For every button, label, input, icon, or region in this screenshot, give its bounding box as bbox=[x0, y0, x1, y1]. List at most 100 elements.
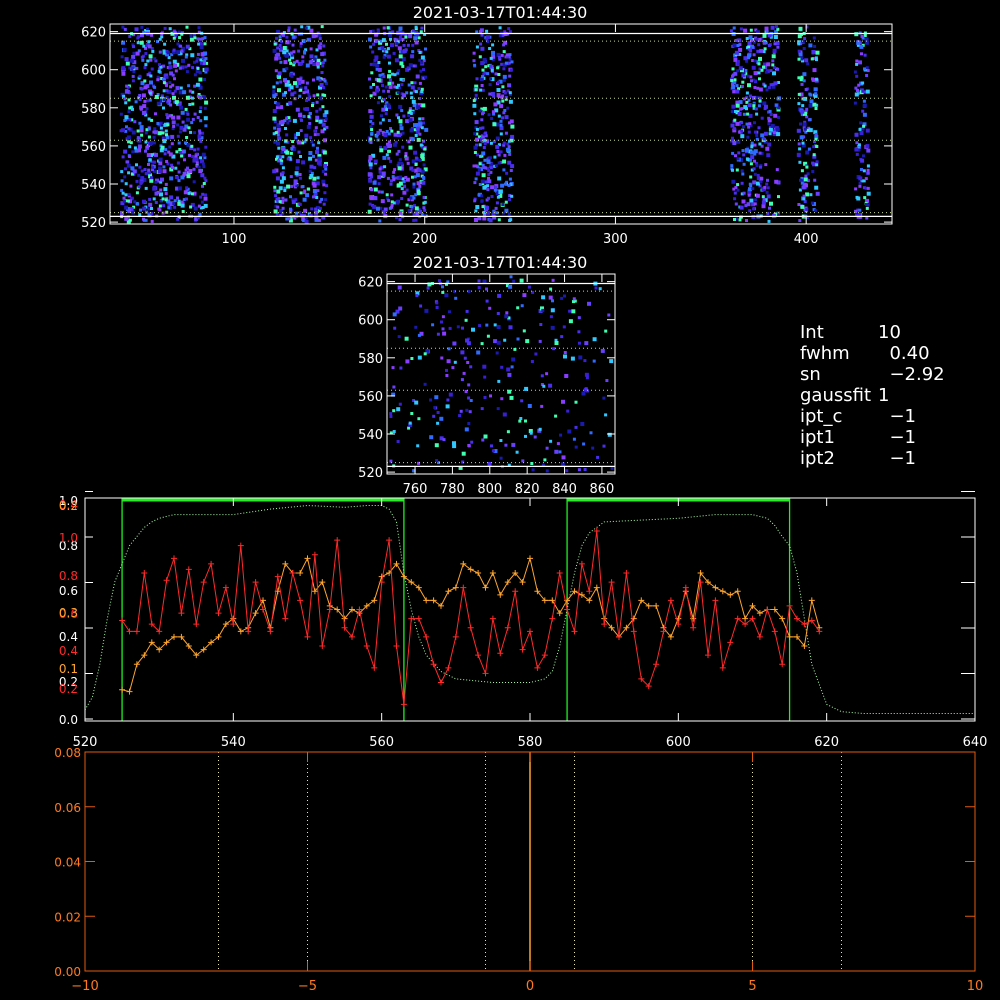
speckle-point bbox=[273, 42, 277, 46]
speckle-point bbox=[383, 133, 388, 138]
speckle-point bbox=[561, 399, 565, 404]
speckle-point bbox=[168, 114, 172, 118]
speckle-point bbox=[803, 177, 808, 182]
speckle-point bbox=[861, 127, 865, 131]
speckle-point bbox=[308, 213, 313, 218]
speckle-point bbox=[296, 132, 300, 136]
speckle-point bbox=[199, 37, 203, 41]
speckle-point bbox=[504, 443, 508, 447]
x-tick-label: 840 bbox=[552, 482, 577, 497]
speckle-point bbox=[161, 77, 165, 81]
speckle-point bbox=[473, 132, 477, 136]
speckle-point bbox=[805, 107, 809, 111]
speckle-point bbox=[401, 131, 405, 135]
speckle-point bbox=[316, 189, 320, 193]
speckle-point bbox=[278, 200, 282, 204]
red-point bbox=[304, 633, 311, 640]
speckle-point bbox=[193, 84, 197, 88]
speckle-point bbox=[460, 350, 465, 355]
speckle-point bbox=[866, 164, 870, 168]
speckle-point bbox=[531, 468, 535, 472]
red-point bbox=[193, 621, 200, 628]
speckle-point bbox=[177, 179, 181, 183]
speckle-point bbox=[368, 162, 373, 167]
red-point bbox=[415, 615, 422, 622]
speckle-point bbox=[410, 357, 414, 360]
speckle-point bbox=[128, 34, 132, 38]
speckle-point bbox=[147, 135, 151, 139]
speckle-point bbox=[407, 426, 411, 430]
speckle-point bbox=[609, 359, 614, 364]
speckle-point bbox=[510, 60, 514, 64]
speckle-point bbox=[490, 117, 494, 120]
speckle-point bbox=[854, 132, 859, 137]
speckle-point bbox=[464, 318, 468, 322]
speckle-point bbox=[753, 121, 756, 125]
speckle-point bbox=[567, 429, 572, 434]
speckle-point bbox=[764, 26, 769, 31]
speckle-point bbox=[478, 324, 482, 328]
speckle-point bbox=[474, 177, 478, 181]
speckle-point bbox=[757, 43, 761, 47]
speckle-point bbox=[388, 84, 393, 89]
speckle-point bbox=[138, 74, 142, 78]
speckle-point bbox=[731, 85, 736, 89]
red-point bbox=[400, 701, 407, 708]
speckle-point bbox=[203, 36, 207, 40]
speckle-point bbox=[417, 168, 422, 173]
speckle-point bbox=[482, 146, 486, 149]
speckle-point bbox=[733, 191, 737, 195]
speckle-point bbox=[381, 84, 384, 87]
speckle-point bbox=[773, 35, 778, 39]
speckle-point bbox=[494, 206, 498, 210]
speckle-point bbox=[303, 50, 306, 54]
red-point bbox=[630, 628, 637, 635]
speckle-point bbox=[424, 75, 428, 79]
speckle-point bbox=[322, 44, 326, 48]
red-point bbox=[519, 646, 526, 653]
speckle-point bbox=[797, 154, 801, 158]
speckle-point bbox=[465, 309, 469, 313]
speckle-point bbox=[857, 143, 861, 147]
speckle-point bbox=[748, 35, 753, 40]
speckle-point bbox=[753, 172, 757, 176]
speckle-point bbox=[272, 109, 277, 113]
speckle-point bbox=[373, 159, 378, 164]
speckle-point bbox=[481, 88, 485, 92]
speckle-point bbox=[204, 67, 209, 72]
speckle-point bbox=[120, 55, 124, 59]
speckle-point bbox=[314, 34, 318, 38]
speckle-point bbox=[798, 219, 802, 222]
speckle-point bbox=[861, 109, 865, 113]
speckle-point bbox=[730, 110, 734, 114]
speckle-point bbox=[855, 74, 859, 78]
speckle-point bbox=[204, 193, 207, 197]
red-line bbox=[121, 530, 820, 705]
speckle-point bbox=[765, 190, 769, 194]
speckle-point bbox=[607, 432, 612, 437]
speckle-point bbox=[301, 141, 305, 145]
speckle-point bbox=[200, 200, 204, 204]
speckle-point bbox=[380, 190, 384, 194]
speckle-point bbox=[377, 190, 381, 194]
speckle-point bbox=[446, 398, 450, 402]
speckle-point bbox=[497, 153, 501, 157]
speckle-point bbox=[501, 116, 504, 120]
speckle-point bbox=[572, 300, 575, 304]
speckle-point bbox=[563, 351, 567, 354]
speckle-point bbox=[180, 154, 184, 158]
speckle-point bbox=[325, 184, 329, 188]
speckle-point bbox=[176, 161, 180, 165]
speckle-point bbox=[301, 185, 305, 188]
orange-point bbox=[742, 615, 749, 622]
speckle-point bbox=[497, 161, 501, 165]
speckle-point bbox=[539, 323, 543, 326]
speckle-point bbox=[421, 180, 426, 185]
speckle-point bbox=[289, 51, 293, 55]
speckle-point bbox=[124, 57, 129, 62]
speckle-point bbox=[389, 412, 393, 416]
speckle-point bbox=[185, 186, 189, 190]
speckle-point bbox=[558, 450, 562, 454]
speckle-point bbox=[309, 174, 314, 178]
zoom-heatmap-frame bbox=[386, 273, 616, 475]
